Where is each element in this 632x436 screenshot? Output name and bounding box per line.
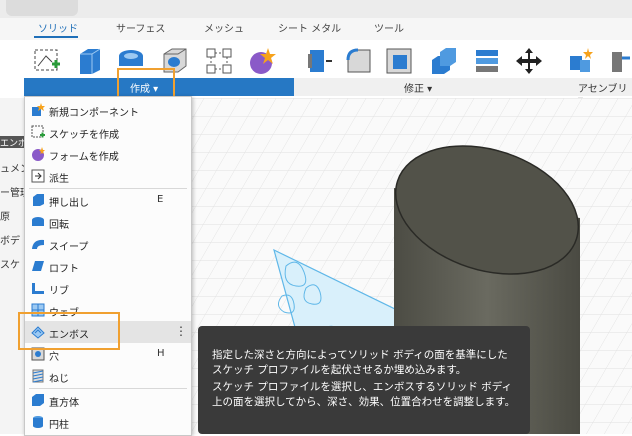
menu-item-create-sketch[interactable]: スケッチを作成 bbox=[25, 121, 191, 143]
box-icon bbox=[31, 393, 45, 407]
document-tab[interactable] bbox=[6, 0, 78, 16]
menu-item-cylinder[interactable]: 円柱 bbox=[25, 411, 191, 433]
extrude-icon bbox=[31, 193, 45, 207]
sweep-icon bbox=[31, 237, 45, 251]
fillet-tool-icon[interactable] bbox=[344, 46, 374, 76]
new-component-icon bbox=[31, 103, 45, 117]
tooltip-description: 指定した深さと方向によってソリッド ボディの面を基準にしたスケッチ プロファイル… bbox=[212, 349, 508, 376]
tooltip-instructions: スケッチ プロファイルを選択し、エンボスするソリッド ボディ上の面を選択してから… bbox=[212, 381, 516, 408]
replace-face-tool-icon[interactable] bbox=[472, 46, 502, 76]
tab-surface[interactable]: サーフェス bbox=[116, 20, 165, 35]
tab-sheet-metal[interactable]: シート メタル bbox=[278, 20, 341, 35]
active-tab-indicator bbox=[34, 36, 78, 38]
thread-icon bbox=[31, 369, 45, 383]
menu-item-box[interactable]: 直方体 bbox=[25, 389, 191, 411]
press-pull-tool-icon[interactable] bbox=[304, 46, 334, 76]
menu-item-revolve[interactable]: 回転 bbox=[25, 211, 191, 233]
cylinder-icon bbox=[31, 415, 45, 429]
form-icon bbox=[31, 147, 45, 161]
tab-mesh[interactable]: メッシュ bbox=[204, 20, 244, 35]
menu-item-create-form[interactable]: フォームを作成 bbox=[25, 143, 191, 165]
revolve-icon bbox=[31, 215, 45, 229]
combine-tool-icon[interactable] bbox=[428, 46, 458, 76]
menu-item-loft[interactable]: ロフト bbox=[25, 255, 191, 277]
tab-tools[interactable]: ツール bbox=[374, 20, 404, 35]
browser-item-emboss[interactable]: エンボ bbox=[0, 136, 27, 149]
move-tool-icon[interactable] bbox=[514, 46, 544, 76]
derive-icon bbox=[31, 169, 45, 183]
rib-icon bbox=[31, 281, 45, 295]
browser-item-origin[interactable]: 原 bbox=[0, 208, 10, 223]
sketch-icon bbox=[31, 125, 45, 139]
loft-icon bbox=[31, 259, 45, 273]
create-sketch-tool-icon[interactable] bbox=[32, 46, 62, 76]
modify-menu-button[interactable]: 修正 ▾ bbox=[404, 80, 432, 95]
joint-tool-icon[interactable] bbox=[608, 46, 632, 76]
menu-item-thread[interactable]: ねじ bbox=[25, 365, 191, 387]
menu-item-extrude[interactable]: 押し出し E bbox=[25, 189, 191, 211]
browser-item-sketches[interactable]: スケ bbox=[0, 256, 20, 271]
menu-item-rib[interactable]: リブ bbox=[25, 277, 191, 299]
menu-item-sweep[interactable]: スイープ bbox=[25, 233, 191, 255]
emboss-highlight-box bbox=[18, 312, 120, 350]
chamfer-tool-icon[interactable] bbox=[384, 46, 414, 76]
tab-solid[interactable]: ソリッド bbox=[38, 20, 78, 35]
browser-item-bodies[interactable]: ボデ bbox=[0, 232, 20, 247]
window-top-bar bbox=[0, 0, 632, 18]
menu-item-new-component[interactable]: 新規コンポーネント bbox=[25, 99, 191, 121]
pattern-tool-icon[interactable] bbox=[204, 46, 234, 76]
more-options-icon[interactable]: ⋮ bbox=[175, 324, 187, 338]
new-component-tool-icon[interactable] bbox=[566, 46, 596, 76]
extrude-tool-icon[interactable] bbox=[74, 46, 104, 76]
menu-item-derive[interactable]: 派生 bbox=[25, 165, 191, 187]
emboss-tooltip: 指定した深さと方向によってソリッド ボディの面を基準にしたスケッチ プロファイル… bbox=[198, 326, 530, 434]
insert-tool-icon[interactable] bbox=[246, 46, 276, 76]
create-dropdown-menu: 新規コンポーネント スケッチを作成 フォームを作成 派生 押し出し E 回転 ス… bbox=[24, 96, 192, 436]
